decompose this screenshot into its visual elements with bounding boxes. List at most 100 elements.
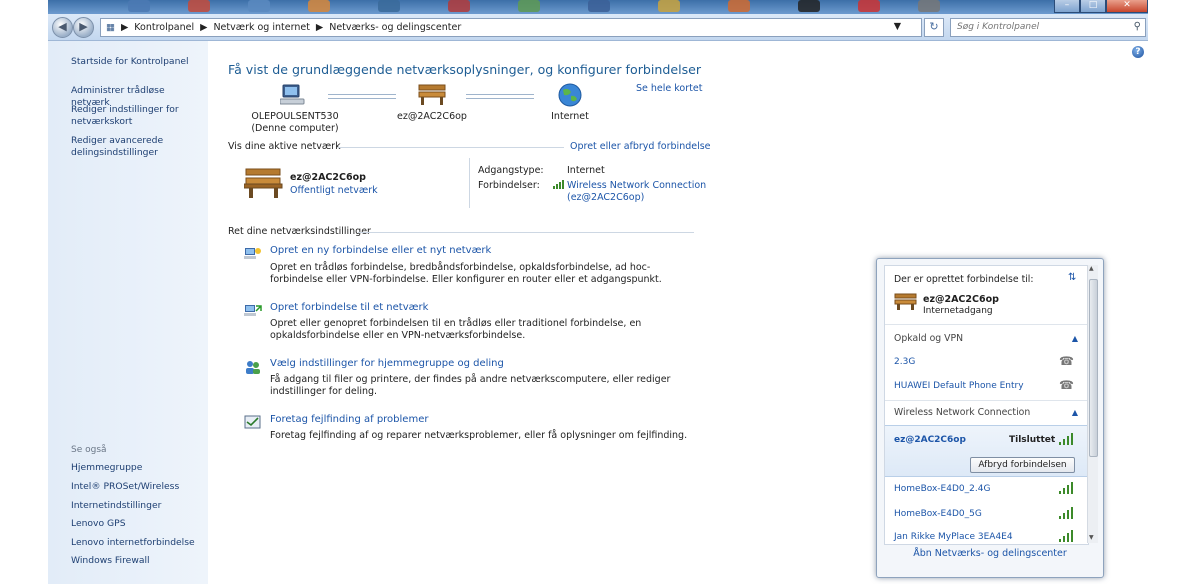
refresh-button[interactable]: ↻ — [924, 18, 944, 37]
desktop-icon — [448, 0, 470, 12]
chevron-up-icon[interactable]: ▲ — [1072, 408, 1078, 417]
map-connection-line — [328, 94, 396, 99]
chevron-down-icon[interactable]: ▼ — [894, 21, 901, 32]
see-also-lenovo-gps[interactable]: Lenovo GPS — [71, 518, 206, 530]
disconnect-button[interactable]: Afbryd forbindelsen — [970, 457, 1075, 473]
breadcrumb-center[interactable]: Netværks- og delingscenter — [329, 22, 461, 33]
task-connect-network-desc: Opret eller genopret forbindelsen til en… — [270, 318, 642, 341]
task-connect-network[interactable]: Opret forbindelse til et netværk — [270, 302, 428, 313]
see-also-homegroup[interactable]: Hjemmegruppe — [71, 462, 206, 474]
back-button[interactable]: ◀ — [52, 17, 73, 38]
connected-network-row[interactable]: ez@2AC2C6op Tilsluttet Afbryd forbindels… — [885, 425, 1088, 477]
see-also-firewall[interactable]: Windows Firewall — [71, 555, 206, 567]
desktop-icon — [248, 0, 270, 12]
task-homegroup[interactable]: Vælg indstillinger for hjemmegruppe og d… — [270, 358, 504, 369]
control-panel-icon: ▦ — [106, 22, 115, 33]
address-bar[interactable]: ▦ ▶ Kontrolpanel ▶ Netværk og internet ▶… — [100, 18, 922, 37]
close-button[interactable]: ✕ — [1106, 0, 1148, 13]
computer-name: OLEPOULSENT530 — [251, 111, 339, 122]
task-troubleshoot[interactable]: Foretag fejlfinding af problemer — [270, 414, 428, 425]
minimize-button[interactable]: – — [1054, 0, 1080, 13]
connected-network-name: ez@2AC2C6op — [894, 435, 966, 445]
wifi-signal-icon — [1059, 507, 1076, 519]
connect-disconnect-link[interactable]: Opret eller afbryd forbindelse — [570, 141, 711, 152]
wifi-network-homebox-24g[interactable]: HomeBox-E4D0_2.4G — [894, 484, 990, 494]
see-full-map-link[interactable]: Se hele kortet — [636, 83, 702, 94]
access-type-label: Adgangstype: — [478, 165, 544, 176]
network-flyout: Der er oprettet forbindelse til: ⇅ ez@2A… — [876, 258, 1104, 578]
wifi-signal-icon — [1059, 482, 1076, 494]
group-dialup-vpn[interactable]: Opkald og VPN — [894, 333, 963, 344]
globe-icon — [558, 83, 582, 107]
chevron-right-icon: ▶ — [315, 22, 324, 33]
right-margin — [1148, 0, 1200, 584]
map-network-name: ez@2AC2C6op — [397, 111, 467, 122]
desktop-icon — [728, 0, 750, 12]
computer-subtitle: (Denne computer) — [251, 123, 339, 134]
flyout-scrollbar[interactable]: ▲ ▼ — [1087, 265, 1098, 543]
desktop-icon — [308, 0, 330, 12]
vertical-divider — [469, 158, 470, 208]
desktop-icon — [518, 0, 540, 12]
current-network-status: Internetadgang — [923, 306, 993, 316]
desktop-icon — [378, 0, 400, 12]
computer-icon — [280, 84, 305, 105]
desktop-icon — [128, 0, 150, 12]
new-connection-icon — [244, 248, 261, 259]
breadcrumb-kontrolpanel[interactable]: Kontrolpanel — [134, 22, 194, 33]
search-icon[interactable]: ⚲ — [1134, 21, 1141, 32]
flyout-list: Der er oprettet forbindelse til: ⇅ ez@2A… — [884, 265, 1089, 545]
map-connection-line — [466, 94, 534, 99]
active-network-name: ez@2AC2C6op — [290, 172, 366, 183]
group-wireless[interactable]: Wireless Network Connection — [894, 407, 1030, 418]
refresh-icon[interactable]: ⇅ — [1068, 272, 1076, 283]
wireless-connection-ssid[interactable]: (ez@2AC2C6op) — [567, 192, 644, 203]
active-networks-header: Vis dine aktive netværk — [228, 141, 341, 152]
flyout-divider — [885, 400, 1088, 401]
dialup-item-2-3g[interactable]: 2.3G — [894, 357, 915, 367]
scroll-down-icon[interactable]: ▼ — [1089, 534, 1094, 541]
connected-status: Tilsluttet — [1009, 435, 1056, 445]
home-link[interactable]: Startside for Kontrolpanel — [71, 56, 206, 68]
window-controls: – □ ✕ — [1054, 0, 1148, 13]
adapter-settings-link[interactable]: Rediger indstillinger for netværkskort — [71, 104, 206, 127]
chevron-up-icon[interactable]: ▲ — [1072, 334, 1078, 343]
search-input[interactable] — [951, 19, 1127, 34]
connect-network-icon — [244, 305, 262, 316]
advanced-sharing-link[interactable]: Rediger avancerede delingsindstillinger — [71, 135, 206, 158]
address-toolbar: ◀ ▶ ▦ ▶ Kontrolpanel ▶ Netværk og intern… — [48, 14, 1148, 41]
help-icon[interactable]: ? — [1132, 46, 1144, 58]
wifi-network-homebox-5g[interactable]: HomeBox-E4D0_5G — [894, 509, 982, 519]
left-pane: Startside for Kontrolpanel Administrer t… — [48, 41, 208, 584]
scroll-up-icon[interactable]: ▲ — [1089, 265, 1094, 272]
desktop-icon — [918, 0, 940, 12]
task-new-connection[interactable]: Opret en ny forbindelse eller et nyt net… — [270, 245, 491, 256]
access-type-value: Internet — [567, 165, 605, 176]
back-arrow-icon: ◀ — [58, 20, 67, 33]
wireless-connection-link[interactable]: Wireless Network Connection — [567, 180, 706, 191]
forward-button[interactable]: ▶ — [73, 17, 94, 38]
maximize-button[interactable]: □ — [1080, 0, 1106, 13]
page-title: Få vist de grundlæggende netværksoplysni… — [228, 62, 702, 77]
task-new-connection-desc: Opret en trådløs forbindelse, bredbåndsf… — [270, 262, 662, 285]
forward-arrow-icon: ▶ — [79, 20, 88, 33]
desktop-icon — [798, 0, 820, 12]
see-also-label: Se også — [71, 445, 107, 455]
see-also-intel[interactable]: Intel® PROSet/Wireless — [71, 481, 206, 493]
see-also-internet-options[interactable]: Internetindstillinger — [71, 500, 206, 512]
see-also-lenovo-internet[interactable]: Lenovo internetforbindelse — [71, 537, 206, 549]
desktop-icon — [858, 0, 880, 12]
section-divider — [338, 147, 564, 148]
open-network-center-link[interactable]: Åbn Netværks- og delingscenter — [877, 548, 1103, 559]
settings-header: Ret dine netværksindstillinger — [228, 226, 371, 237]
wifi-network-jan-rikke[interactable]: Jan Rikke MyPlace 3EA4E4 — [894, 532, 1013, 542]
network-type-link[interactable]: Offentligt netværk — [290, 185, 378, 196]
connections-label: Forbindelser: — [478, 180, 540, 191]
breadcrumb-netvaerk[interactable]: Netværk og internet — [213, 22, 309, 33]
desktop-icon — [188, 0, 210, 12]
chevron-right-icon: ▶ — [200, 22, 208, 33]
dialup-item-huawei[interactable]: HUAWEI Default Phone Entry — [894, 381, 1024, 391]
flyout-header: Der er oprettet forbindelse til: — [894, 274, 1034, 285]
scroll-thumb[interactable] — [1089, 279, 1098, 457]
task-troubleshoot-desc: Foretag fejlfinding af og reparer netvær… — [270, 430, 688, 441]
